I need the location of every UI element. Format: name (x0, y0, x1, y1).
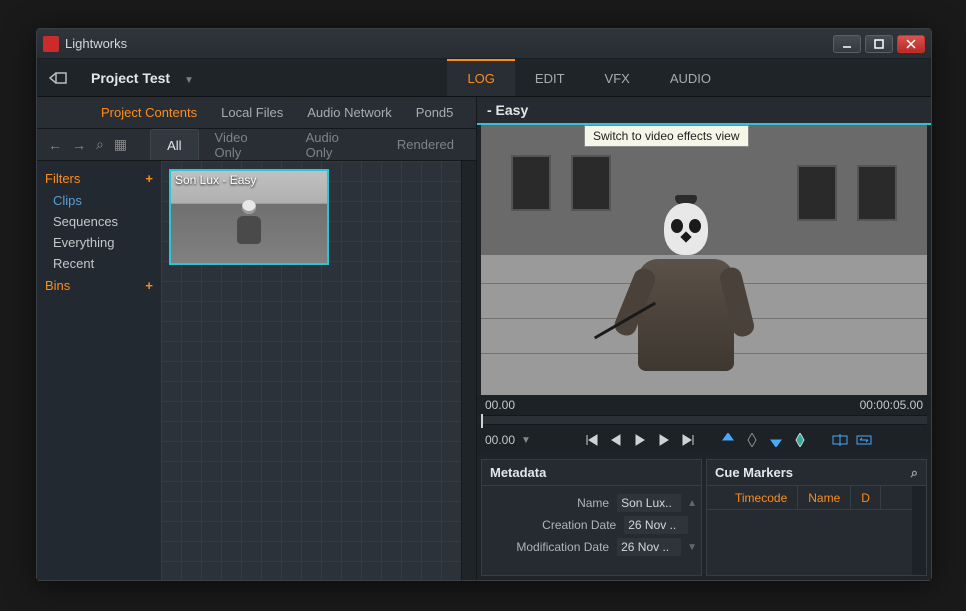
tab-project-contents[interactable]: Project Contents (89, 97, 209, 128)
chevron-down-icon: ▼ (184, 75, 194, 86)
filters-header[interactable]: Filters + (37, 167, 161, 190)
lower-panels: Metadata Name Son Lux.. ▲ Creation Date … (477, 455, 931, 580)
current-timecode: 00.00 (485, 433, 515, 447)
search-icon[interactable]: ⌕ (911, 465, 918, 481)
mode-vfx[interactable]: VFX (585, 59, 650, 96)
add-bin-icon[interactable]: + (145, 278, 153, 293)
goto-start-icon[interactable] (581, 429, 603, 451)
meta-row: Creation Date 26 Nov .. (486, 514, 697, 536)
mode-edit[interactable]: EDIT (515, 59, 585, 96)
step-back-icon[interactable] (605, 429, 627, 451)
goto-end-icon[interactable] (677, 429, 699, 451)
mode-audio[interactable]: AUDIO (650, 59, 731, 96)
metadata-header: Metadata (482, 460, 701, 486)
app-title: Lightworks (65, 36, 833, 51)
meta-row: Modification Date 26 Nov .. ▼ (486, 536, 697, 558)
timeline-track[interactable] (481, 415, 927, 425)
tree-recent[interactable]: Recent (37, 253, 161, 274)
timecode-bar: 00.00 00:00:05.00 (477, 395, 931, 415)
tree-panel: Filters + Clips Sequences Everything Rec… (37, 161, 161, 580)
body: Project Contents Local Files Audio Netwo… (37, 97, 931, 580)
time-start: 00.00 (485, 398, 515, 412)
window-buttons (833, 35, 925, 53)
tab-local-files[interactable]: Local Files (209, 97, 295, 128)
project-dropdown[interactable]: Project Test ▼ (77, 70, 206, 86)
mode-tabs: LOG EDIT VFX AUDIO (447, 59, 731, 96)
titlebar: Lightworks (37, 29, 931, 59)
history-back-icon[interactable]: ← (43, 137, 67, 153)
viewer-title: - Easy (477, 97, 931, 125)
project-name: Project Test (91, 70, 170, 86)
tree-everything[interactable]: Everything (37, 232, 161, 253)
metadata-panel: Metadata Name Son Lux.. ▲ Creation Date … (481, 459, 702, 576)
playhead-marker[interactable] (481, 414, 483, 428)
mode-log[interactable]: LOG (447, 59, 514, 96)
content-browser: Project Contents Local Files Audio Netwo… (37, 97, 477, 580)
minimize-button[interactable] (833, 35, 861, 53)
browser-toolbar: ← → ⌕ ▦ All Video Only Audio Only Render… (37, 129, 476, 161)
app-window: Lightworks Project Test ▼ LOG EDIT VFX A… (36, 28, 932, 581)
filter-audio-only[interactable]: Audio Only (290, 129, 381, 160)
step-fwd-icon[interactable] (653, 429, 675, 451)
back-button[interactable] (37, 59, 77, 96)
mark-out-icon[interactable] (765, 429, 787, 451)
replace-icon[interactable] (853, 429, 875, 451)
add-cue-icon[interactable] (789, 429, 811, 451)
scroll-down-icon[interactable]: ▼ (681, 542, 697, 553)
scroll-up-icon[interactable]: ▲ (681, 498, 697, 509)
transport-controls: 00.00 ▼ (477, 425, 931, 455)
insert-icon[interactable] (829, 429, 851, 451)
col-d[interactable]: D (851, 486, 881, 509)
filter-tabs: All Video Only Audio Only Rendered (150, 129, 470, 160)
cue-columns: Timecode Name D (707, 486, 912, 510)
app-icon (43, 36, 59, 52)
bins-header[interactable]: Bins + (37, 274, 161, 297)
grid-scrollbar[interactable] (462, 161, 476, 580)
tree-sequences[interactable]: Sequences (37, 211, 161, 232)
filter-all[interactable]: All (150, 129, 198, 160)
thumbnail-grid[interactable]: Son Lux - Easy (161, 161, 462, 580)
list-view-icon[interactable]: ▦ (109, 136, 132, 153)
clip-thumbnail[interactable]: Son Lux - Easy (169, 169, 329, 265)
col-name[interactable]: Name (798, 486, 851, 509)
clip-label: Son Lux - Easy (175, 173, 256, 187)
cue-header: Cue Markers ⌕ (707, 460, 926, 486)
source-tabs: Project Contents Local Files Audio Netwo… (37, 97, 476, 129)
time-end: 00:00:05.00 (860, 398, 923, 412)
metadata-body: Name Son Lux.. ▲ Creation Date 26 Nov ..… (482, 486, 701, 564)
cue-scrollbar[interactable] (912, 486, 926, 575)
viewer-panel: - Easy 00.00 (477, 97, 931, 580)
meta-row: Name Son Lux.. ▲ (486, 492, 697, 514)
timecode-dropdown-icon[interactable]: ▼ (521, 435, 531, 446)
cue-markers-panel: Cue Markers ⌕ Timecode Name D (706, 459, 927, 576)
play-icon[interactable] (629, 429, 651, 451)
main-toolbar: Project Test ▼ LOG EDIT VFX AUDIO (37, 59, 931, 97)
tree-clips[interactable]: Clips (37, 190, 161, 211)
col-timecode[interactable]: Timecode (725, 486, 798, 509)
mark-in-icon[interactable] (717, 429, 739, 451)
history-fwd-icon[interactable]: → (67, 137, 91, 153)
browser-body: Filters + Clips Sequences Everything Rec… (37, 161, 476, 580)
filter-rendered[interactable]: Rendered (381, 129, 470, 160)
add-filter-icon[interactable]: + (145, 171, 153, 186)
clear-marks-icon[interactable] (741, 429, 763, 451)
filter-video-only[interactable]: Video Only (199, 129, 290, 160)
maximize-button[interactable] (865, 35, 893, 53)
search-icon[interactable]: ⌕ (91, 136, 109, 153)
tab-pond5[interactable]: Pond5 (404, 97, 466, 128)
video-viewer[interactable] (481, 125, 927, 395)
close-button[interactable] (897, 35, 925, 53)
tooltip: Switch to video effects view (584, 125, 749, 147)
tab-audio-network[interactable]: Audio Network (295, 97, 404, 128)
